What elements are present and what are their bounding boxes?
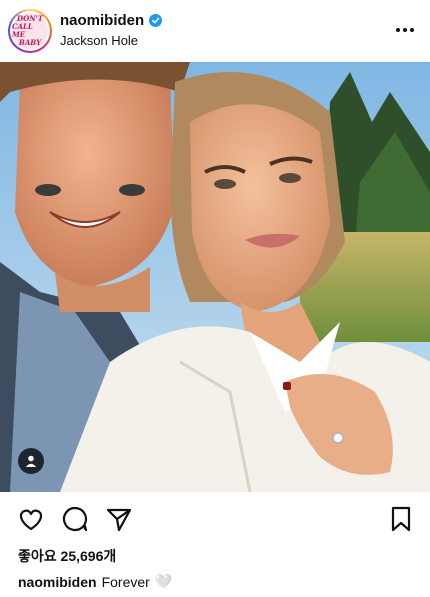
bookmark-icon[interactable] [386, 504, 416, 534]
likes-label: 좋아요 [18, 548, 57, 564]
likes-count[interactable]: 좋아요 25,696개 [18, 546, 116, 566]
caption-text: Forever [101, 573, 150, 590]
post-location[interactable]: Jackson Hole [60, 33, 162, 48]
avatar-logo-line-2: CALL ME [12, 22, 33, 39]
send-icon[interactable] [104, 504, 134, 534]
avatar-logo: DON'T CALL ME BABY [12, 13, 48, 49]
likes-number: 25,696개 [60, 548, 117, 564]
heart-icon[interactable] [16, 504, 46, 534]
caption-emoji: 🤍 [154, 573, 173, 589]
verified-badge-icon [149, 14, 163, 27]
avatar[interactable]: DON'T CALL ME BABY [8, 9, 52, 53]
post-photo[interactable] [0, 62, 430, 492]
avatar-logo-line-3: BABY [18, 38, 42, 47]
caption-username[interactable]: naomibiden [18, 574, 97, 590]
post-header: DON'T CALL ME BABY naomibiden Jackson Ho… [0, 0, 430, 62]
comment-icon[interactable] [60, 504, 90, 534]
post-caption: naomibiden Forever 🤍 [18, 573, 172, 590]
more-options-icon[interactable] [394, 22, 416, 38]
selfie-photo [0, 62, 430, 492]
tagged-user-icon[interactable] [18, 448, 44, 474]
post-username[interactable]: naomibiden [60, 12, 163, 29]
username-text[interactable]: naomibiden [60, 12, 144, 29]
post-actions [0, 500, 430, 536]
